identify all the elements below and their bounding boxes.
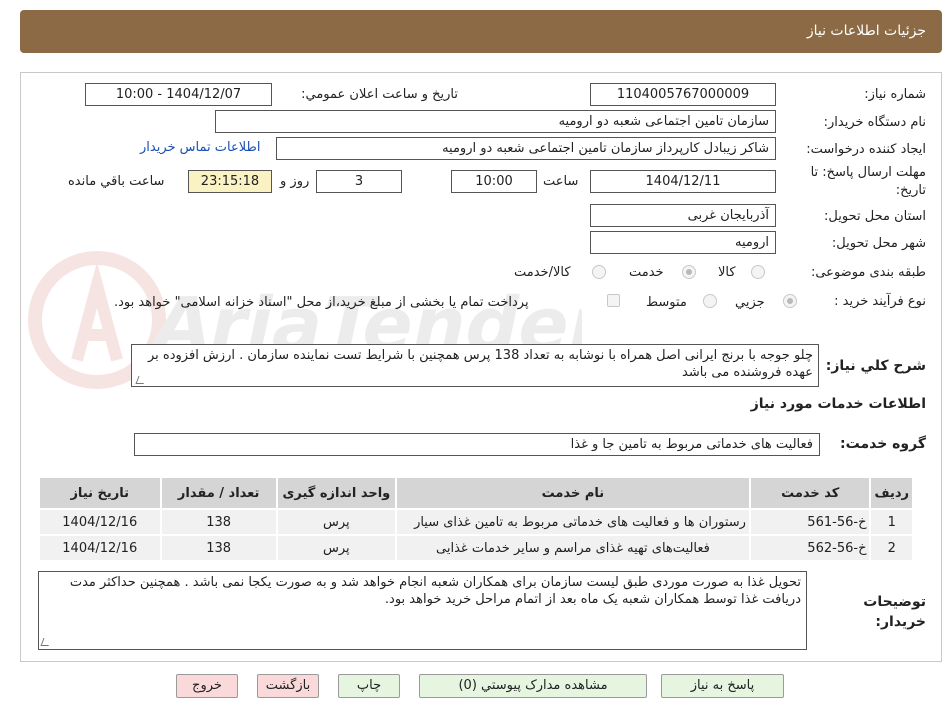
process-option-minor: جزيي bbox=[735, 295, 765, 310]
table-header-row: رديف کد خدمت نام خدمت واحد اندازه گیری ت… bbox=[38, 476, 914, 510]
announce-field: 1404/12/07 - 10:00 bbox=[85, 83, 272, 106]
creator-label: ايجاد کننده درخواست: bbox=[806, 142, 926, 157]
city-label: شهر محل تحویل: bbox=[831, 236, 926, 251]
back-button[interactable]: بازگشت bbox=[257, 674, 319, 698]
page-title-bar: جزئیات اطلاعات نیاز bbox=[20, 10, 942, 53]
category-option-goods: کالا bbox=[718, 265, 736, 280]
description-text: چلو جوجه با برنج ایرانی اصل همراه با نوش… bbox=[148, 348, 813, 380]
buyer-notes-label: توضیحات خریدار: bbox=[863, 594, 926, 630]
service-group-field: فعالیت های خدماتی مربوط به تامین جا و غذ… bbox=[134, 433, 820, 456]
province-label: استان محل تحویل: bbox=[824, 209, 926, 224]
services-section-title: اطلاعات خدمات مورد نياز bbox=[750, 396, 926, 412]
cell-service-name: رستوران ها و فعالیت های خدماتی مربوط به … bbox=[394, 508, 751, 536]
treasury-note: پرداخت تمام یا بخشی از مبلغ خرید،از محل … bbox=[114, 295, 529, 310]
city-field: ارومیه bbox=[590, 231, 776, 254]
description-textarea[interactable]: چلو جوجه با برنج ایرانی اصل همراه با نوش… bbox=[131, 344, 819, 387]
col-quantity: تعداد / مقدار bbox=[159, 476, 278, 510]
attachments-button[interactable]: مشاهده مدارک پیوستي (0) bbox=[419, 674, 647, 698]
cell-service-name: فعالیت‌های تهیه غذای مراسم و سایر خدمات … bbox=[394, 534, 751, 562]
page-title: جزئیات اطلاعات نیاز bbox=[806, 23, 926, 39]
process-option-medium: متوسط bbox=[646, 295, 687, 310]
category-label: طبقه بندی موضوعی: bbox=[810, 265, 926, 280]
category-radio-goods-service[interactable] bbox=[592, 265, 606, 279]
category-radio-goods[interactable] bbox=[751, 265, 765, 279]
table-row: 2 خ-56-562 فعالیت‌های تهیه غذای مراسم و … bbox=[38, 534, 914, 562]
province-field: آذربایجان غربی bbox=[590, 204, 776, 227]
col-service-code: کد خدمت bbox=[748, 476, 872, 510]
category-option-service: خدمت bbox=[629, 265, 664, 280]
process-radio-medium[interactable] bbox=[703, 294, 717, 308]
print-button[interactable]: چاپ bbox=[338, 674, 400, 698]
remaining-time-field: 23:15:18 bbox=[188, 170, 272, 193]
cell-quantity: 138 bbox=[159, 534, 278, 562]
service-group-label: گروه خدمت: bbox=[840, 436, 926, 452]
reply-button[interactable]: پاسخ به نياز bbox=[661, 674, 784, 698]
cell-service-code: خ-56-561 bbox=[748, 508, 872, 536]
col-need-date: تاریخ نیاز bbox=[38, 476, 162, 510]
days-label: روز و bbox=[280, 174, 310, 189]
services-table: رديف کد خدمت نام خدمت واحد اندازه گیری ت… bbox=[38, 476, 914, 562]
deadline-date-field: 1404/12/11 bbox=[590, 170, 776, 193]
buyer-contact-link[interactable]: اطلاعات تماس خريدار bbox=[140, 140, 260, 155]
table-row: 1 خ-56-561 رستوران ها و فعالیت های خدمات… bbox=[38, 508, 914, 536]
cell-need-date: 1404/12/16 bbox=[38, 534, 162, 562]
process-radio-minor[interactable] bbox=[783, 294, 797, 308]
deadline-time-field: 10:00 bbox=[451, 170, 537, 193]
cell-row-number: 2 bbox=[869, 534, 914, 562]
treasury-checkbox[interactable] bbox=[607, 294, 620, 307]
days-field: 3 bbox=[316, 170, 402, 193]
col-row-number: رديف bbox=[869, 476, 914, 510]
buyer-notes-text: تحویل غذا به صورت موردی طبق لیست سازمان … bbox=[69, 575, 801, 607]
cell-unit: پرس bbox=[275, 534, 397, 562]
need-number-field: 1104005767000009 bbox=[590, 83, 776, 106]
deadline-label: مهلت ارسال پاسخ: تا تاریخ: bbox=[810, 165, 926, 198]
exit-button[interactable]: خروج bbox=[176, 674, 238, 698]
buyer-org-field: سازمان تامین اجتماعی شعبه دو ارومیه bbox=[215, 110, 776, 133]
process-label: نوع فرآیند خرید : bbox=[834, 294, 926, 309]
announce-label: تاریخ و ساعت اعلان عمومي: bbox=[301, 87, 458, 102]
cell-service-code: خ-56-562 bbox=[748, 534, 872, 562]
deadline-time-label: ساعت bbox=[543, 174, 579, 189]
cell-need-date: 1404/12/16 bbox=[38, 508, 162, 536]
buyer-org-label: نام دستگاه خريدار: bbox=[823, 115, 926, 130]
buyer-notes-textarea[interactable]: تحویل غذا به صورت موردی طبق لیست سازمان … bbox=[38, 571, 807, 650]
cell-unit: پرس bbox=[275, 508, 397, 536]
category-option-goods-service: کالا/خدمت bbox=[514, 265, 571, 280]
need-number-label: شماره نیاز: bbox=[864, 87, 926, 102]
cell-quantity: 138 bbox=[159, 508, 278, 536]
remaining-label: ساعت باقي مانده bbox=[68, 174, 165, 189]
cell-row-number: 1 bbox=[869, 508, 914, 536]
creator-field: شاکر زیبادل کارپرداز سازمان تامین اجتماع… bbox=[276, 137, 776, 160]
col-service-name: نام خدمت bbox=[394, 476, 751, 510]
category-radio-service[interactable] bbox=[682, 265, 696, 279]
col-unit: واحد اندازه گیری bbox=[275, 476, 397, 510]
description-label: شرح كلي نياز: bbox=[825, 358, 926, 374]
